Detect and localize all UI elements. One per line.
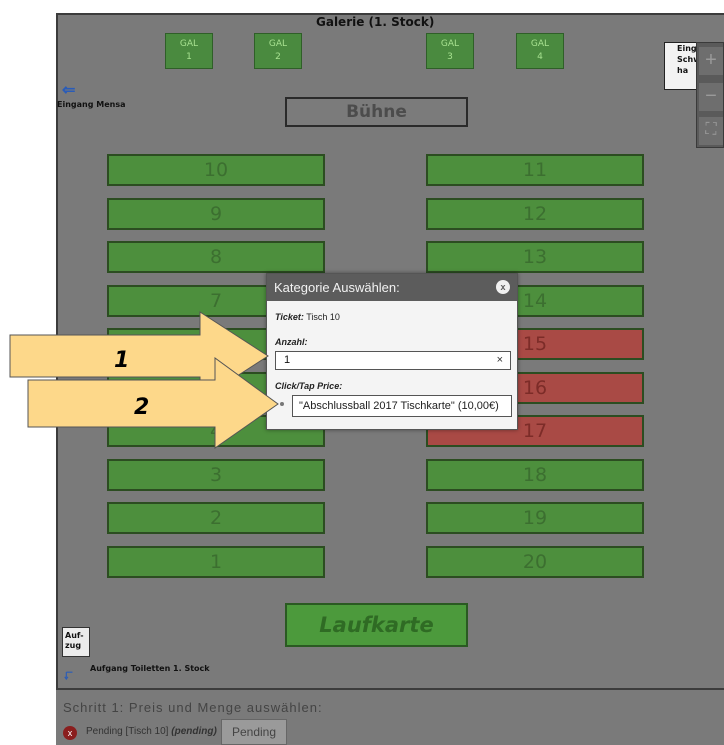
clear-icon[interactable]: × bbox=[497, 352, 503, 369]
ticket-label: Ticket: bbox=[275, 312, 304, 322]
dialog-title: Kategorie Auswählen: bbox=[274, 280, 400, 295]
plan-title: Galerie (1. Stock) bbox=[316, 15, 435, 29]
elevator-line: zug bbox=[65, 641, 82, 650]
table-8[interactable]: 8 bbox=[107, 241, 325, 273]
elevator-line: Auf- bbox=[65, 631, 84, 640]
pending-status: (pending) bbox=[171, 726, 217, 737]
gallery-number: 3 bbox=[447, 52, 453, 62]
table-10[interactable]: 10 bbox=[107, 154, 325, 186]
annotation-number-2: 2 bbox=[134, 395, 150, 420]
gallery-number: 4 bbox=[537, 52, 543, 62]
quantity-input[interactable]: 1 × bbox=[275, 351, 511, 370]
annotation-number-1: 1 bbox=[114, 348, 130, 373]
table-12[interactable]: 12 bbox=[426, 198, 644, 230]
close-icon[interactable]: x bbox=[496, 280, 510, 294]
table-19[interactable]: 19 bbox=[426, 502, 644, 534]
table-20[interactable]: 20 bbox=[426, 546, 644, 578]
gallery-number: 1 bbox=[186, 52, 192, 62]
category-dialog: Kategorie Auswählen: x Ticket: Tisch 10 … bbox=[266, 273, 518, 430]
table-2[interactable]: 2 bbox=[107, 502, 325, 534]
gallery-1[interactable]: GAL 1 bbox=[165, 33, 213, 69]
gallery-label: GAL bbox=[268, 39, 288, 49]
ticket-value: Tisch 10 bbox=[306, 312, 340, 322]
zoom-fit-button[interactable]: ⛶ bbox=[699, 117, 723, 145]
zoom-out-button[interactable]: − bbox=[699, 83, 723, 111]
entrance-mensa-label: Eingang Mensa bbox=[57, 100, 126, 109]
price-label-text: Click/Tap Price: bbox=[275, 381, 343, 391]
dialog-header: Kategorie Auswählen: x bbox=[267, 274, 517, 301]
price-option-button[interactable]: "Abschlussball 2017 Tischkarte" (10,00€) bbox=[292, 395, 512, 417]
table-9[interactable]: 9 bbox=[107, 198, 325, 230]
table-18[interactable]: 18 bbox=[426, 459, 644, 491]
pending-item: Pending [Tisch 10] (pending) bbox=[86, 726, 217, 737]
gallery-number: 2 bbox=[275, 52, 281, 62]
table-3[interactable]: 3 bbox=[107, 459, 325, 491]
zoom-controls: + − ⛶ bbox=[696, 42, 724, 148]
bullet-icon bbox=[280, 402, 284, 406]
gallery-label: GAL bbox=[179, 39, 199, 49]
stage: Bühne bbox=[285, 97, 468, 127]
gallery-label: GAL bbox=[440, 39, 460, 49]
gallery-2[interactable]: GAL 2 bbox=[254, 33, 302, 69]
table-13[interactable]: 13 bbox=[426, 241, 644, 273]
pending-button[interactable]: Pending bbox=[221, 719, 287, 745]
pending-item-label: Pending [Tisch 10] bbox=[86, 726, 169, 737]
gallery-3[interactable]: GAL 3 bbox=[426, 33, 474, 69]
stairs-toilets-label: Aufgang Toiletten 1. Stock bbox=[90, 664, 210, 673]
zoom-in-button[interactable]: + bbox=[699, 47, 723, 75]
gallery-4[interactable]: GAL 4 bbox=[516, 33, 564, 69]
ticket-info: Ticket: Tisch 10 bbox=[275, 312, 340, 322]
table-11[interactable]: 11 bbox=[426, 154, 644, 186]
gallery-label: GAL bbox=[530, 39, 550, 49]
elevator-label: Auf-zug bbox=[62, 627, 90, 657]
quantity-label: Anzahl: bbox=[275, 337, 308, 347]
step-instruction: Schritt 1: Preis und Menge auswählen: bbox=[63, 700, 323, 715]
laufkarte-button[interactable]: Laufkarte bbox=[285, 603, 468, 647]
arrow-left-icon: ⇐ bbox=[62, 82, 76, 99]
quantity-label-text: Anzahl: bbox=[275, 337, 308, 347]
price-label: Click/Tap Price: bbox=[275, 381, 342, 391]
remove-icon[interactable]: x bbox=[63, 726, 77, 740]
quantity-value: 1 bbox=[284, 354, 291, 366]
arrow-down-icon bbox=[64, 671, 73, 681]
table-1[interactable]: 1 bbox=[107, 546, 325, 578]
